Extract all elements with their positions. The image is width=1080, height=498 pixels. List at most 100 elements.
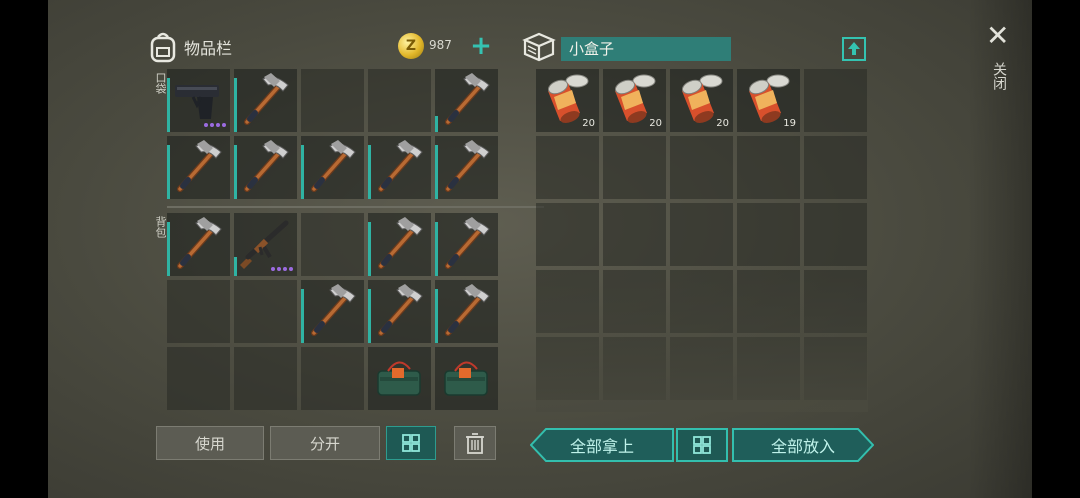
container-slot[interactable] [737, 337, 800, 400]
backpack-slot[interactable] [368, 213, 431, 276]
backpack-slot[interactable] [368, 347, 431, 410]
take-all-button[interactable]: 全部拿上 [530, 428, 674, 462]
backpack-slot[interactable] [234, 213, 297, 276]
container-slot[interactable]: 19 [737, 69, 800, 132]
container-slot[interactable] [603, 337, 666, 400]
explosive-pack-icon [444, 361, 488, 396]
container-slot[interactable]: 20 [536, 69, 599, 132]
item-quantity: 19 [783, 118, 796, 129]
container-slot[interactable] [737, 270, 800, 333]
pocket-slot[interactable] [301, 136, 364, 199]
rarity-dots [271, 267, 293, 271]
durability-bar [368, 289, 371, 343]
pickaxe-icon [177, 217, 222, 269]
container-slot[interactable] [737, 136, 800, 199]
container-slot[interactable] [536, 203, 599, 266]
pickaxe-icon [244, 73, 289, 125]
durability-bar [435, 116, 438, 132]
container-slot[interactable] [603, 136, 666, 199]
pocket-slot[interactable] [435, 136, 498, 199]
durability-bar [435, 289, 438, 343]
box-icon [522, 32, 556, 62]
container-slot[interactable] [603, 270, 666, 333]
container-slot[interactable] [804, 203, 867, 266]
rarity-dots [204, 123, 226, 127]
container-slot[interactable] [670, 270, 733, 333]
container-slot[interactable] [670, 203, 733, 266]
durability-bar [167, 145, 170, 199]
pocket-slot[interactable] [167, 69, 230, 132]
backpack-slot[interactable] [301, 213, 364, 276]
coin-count: 987 [429, 38, 452, 52]
container-name: 小盒子 [561, 37, 731, 61]
backpack-slot[interactable] [234, 347, 297, 410]
upload-button[interactable] [842, 37, 866, 61]
container-slot[interactable] [670, 136, 733, 199]
durability-bar [167, 78, 170, 132]
backpack-slot[interactable] [167, 347, 230, 410]
durability-bar [368, 145, 371, 199]
container-slot[interactable] [536, 270, 599, 333]
container-slot[interactable] [737, 203, 800, 266]
pickaxe-icon [445, 140, 490, 192]
container-slot[interactable] [670, 337, 733, 400]
pocket-slot[interactable] [234, 136, 297, 199]
pickaxe-icon [177, 140, 222, 192]
container-slot[interactable] [804, 270, 867, 333]
container-slot[interactable] [804, 136, 867, 199]
backpack-grid [167, 213, 498, 410]
durability-bar [301, 145, 304, 199]
backpack-icon [150, 32, 176, 63]
split-button[interactable]: 分开 [270, 426, 380, 460]
trash-icon [466, 433, 484, 454]
sort-button[interactable] [386, 426, 436, 460]
rarity-dot [277, 267, 281, 271]
backpack-slot[interactable] [301, 280, 364, 343]
pickaxe-icon [445, 284, 490, 336]
upload-icon [848, 42, 860, 55]
durability-bar [234, 78, 237, 132]
put-all-button[interactable]: 全部放入 [732, 428, 874, 462]
pocket-slot[interactable] [301, 69, 364, 132]
container-slot[interactable] [536, 337, 599, 400]
container-slot[interactable] [804, 337, 867, 400]
pocket-grid [167, 69, 498, 199]
rarity-dot [271, 267, 275, 271]
pickaxe-icon [378, 217, 423, 269]
pocket-slot[interactable] [167, 136, 230, 199]
add-coins-button[interactable]: + [468, 33, 494, 60]
backpack-slot[interactable] [435, 347, 498, 410]
container-slot[interactable]: 20 [603, 69, 666, 132]
grid-icon [402, 434, 420, 452]
pocket-slot[interactable] [368, 136, 431, 199]
pocket-slot[interactable] [368, 69, 431, 132]
pickaxe-icon [244, 140, 289, 192]
pickaxe-icon [445, 217, 490, 269]
game-screen: 物品栏 Z 987 + 口袋 背包 小盒子 20 20 20 19 使用 分开 … [48, 0, 1032, 498]
trash-button[interactable] [454, 426, 496, 460]
container-sort-button[interactable] [676, 428, 728, 462]
rarity-dot [222, 123, 226, 127]
explosive-pack-icon [377, 361, 421, 396]
backpack-slot[interactable] [234, 280, 297, 343]
use-button[interactable]: 使用 [156, 426, 264, 460]
container-slot[interactable] [536, 136, 599, 199]
pocket-slot[interactable] [435, 69, 498, 132]
inventory-header: 物品栏 [148, 30, 232, 64]
backpack-slot[interactable] [368, 280, 431, 343]
rarity-dot [216, 123, 220, 127]
backpack-slot[interactable] [167, 280, 230, 343]
backpack-slot[interactable] [435, 280, 498, 343]
close-label[interactable]: 关闭 [989, 62, 1009, 90]
pocket-slot[interactable] [234, 69, 297, 132]
pocket-label: 口袋 [154, 72, 167, 94]
container-slot[interactable] [603, 203, 666, 266]
backpack-slot[interactable] [435, 213, 498, 276]
backpack-slot[interactable] [167, 213, 230, 276]
close-icon[interactable]: ✕ [986, 22, 1009, 50]
container-slot[interactable]: 20 [670, 69, 733, 132]
container-slot[interactable] [804, 69, 867, 132]
backpack-slot[interactable] [301, 347, 364, 410]
pickaxe-icon [311, 284, 356, 336]
rarity-dot [210, 123, 214, 127]
